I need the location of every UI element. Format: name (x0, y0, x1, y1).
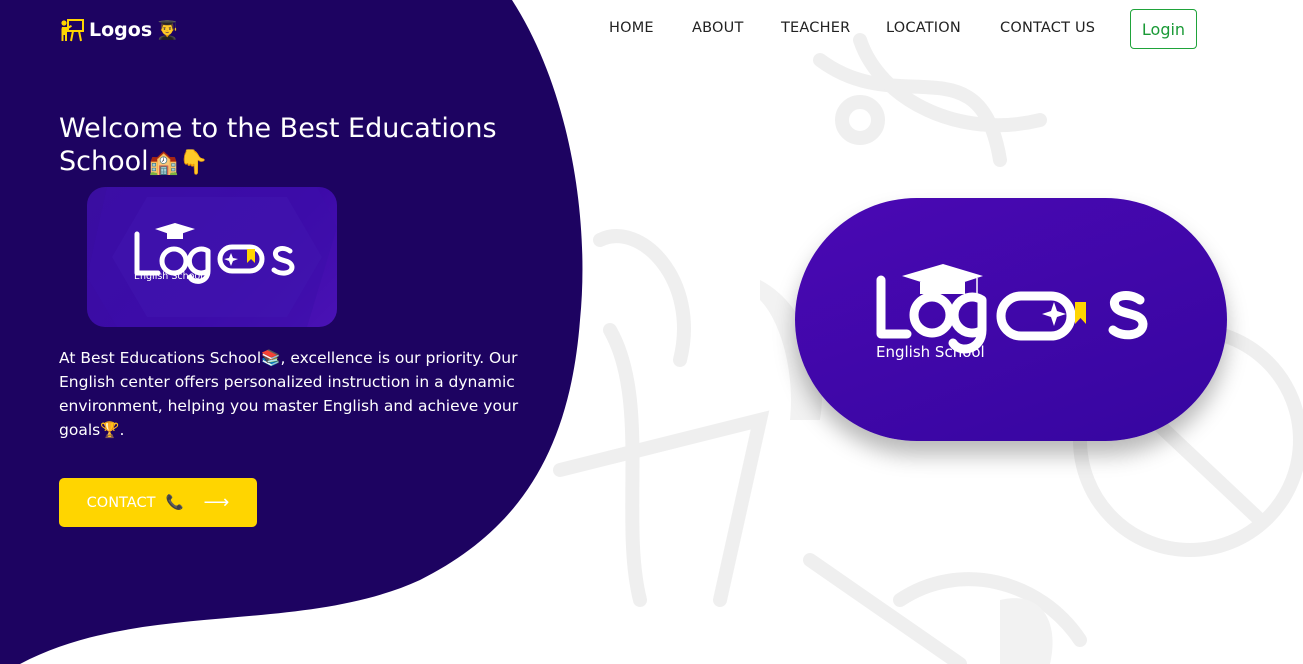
logo-small-subtitle: English School (134, 271, 203, 282)
logos-logo-small (134, 223, 295, 284)
login-button[interactable]: Login (1130, 9, 1197, 49)
nav-about[interactable]: ABOUT (692, 20, 744, 36)
hero-description-start: At Best Educations School (59, 349, 262, 367)
hero-title-text: Welcome to the Best Educations School (59, 113, 497, 177)
nav-home[interactable]: HOME (609, 20, 654, 36)
hero-description-end: . (119, 421, 125, 439)
logo-card-small: English School (87, 187, 337, 327)
trophy-emoji-icon: 🏆 (100, 421, 120, 439)
brand-name: Logos (89, 19, 153, 41)
nav-location[interactable]: LOCATION (886, 20, 961, 36)
school-pointing-emoji-icon: 🏫👇 (148, 148, 209, 176)
logos-logo-large (876, 264, 1148, 354)
brand-logo[interactable]: Logos 👨‍🎓 (59, 17, 179, 43)
logo-large-subtitle: English School (876, 343, 985, 361)
teacher-board-icon (61, 19, 84, 42)
arrow-right-icon: ⟶ (203, 492, 230, 513)
contact-button[interactable]: CONTACT 📞 ⟶ (59, 478, 257, 527)
nav-teacher[interactable]: TEACHER (781, 20, 850, 36)
nav-contact-us[interactable]: CONTACT US (1000, 20, 1095, 36)
logo-card-large: English School (795, 198, 1227, 441)
books-emoji-icon: 📚 (261, 349, 281, 367)
hero-description: At Best Educations School📚, excellence i… (59, 346, 539, 442)
phone-emoji-icon: 📞 (165, 495, 184, 511)
graduate-emoji-icon: 👨‍🎓 (156, 19, 179, 41)
hero-title: Welcome to the Best Educations School🏫👇 (59, 112, 559, 179)
contact-button-label: CONTACT (86, 494, 156, 511)
